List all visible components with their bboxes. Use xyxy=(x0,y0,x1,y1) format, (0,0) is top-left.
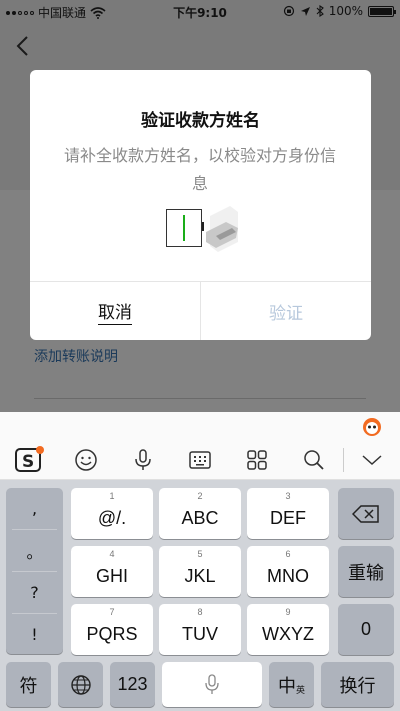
symbol-key[interactable]: 符 xyxy=(6,662,51,707)
grid-menu-icon[interactable] xyxy=(245,448,269,472)
punct-key-period[interactable]: 。 xyxy=(6,530,63,571)
key-9[interactable]: 9 WXYZ xyxy=(247,604,329,655)
bluetooth-icon xyxy=(316,5,324,17)
microphone-icon[interactable] xyxy=(131,448,155,472)
masked-name-character xyxy=(202,206,238,252)
language-switch-key[interactable]: 中英 xyxy=(269,662,314,707)
battery-percent: 100% xyxy=(328,4,363,18)
space-key[interactable] xyxy=(162,662,262,707)
key-2[interactable]: 2 ABC xyxy=(159,488,241,539)
text-cursor xyxy=(183,215,185,241)
name-input-box[interactable] xyxy=(166,209,202,247)
lang-main-label: 中 xyxy=(277,675,296,696)
globe-key[interactable] xyxy=(58,662,103,707)
key-0[interactable]: 0 xyxy=(338,604,394,655)
backspace-key[interactable] xyxy=(338,488,394,539)
reenter-key[interactable]: 重输 xyxy=(338,546,394,597)
location-icon xyxy=(300,6,310,16)
enter-key[interactable]: 换行 xyxy=(321,662,394,707)
punctuation-column[interactable]: , 。 ? ! xyxy=(6,488,63,654)
space-mic-icon xyxy=(205,673,219,694)
key-4[interactable]: 4 GHI xyxy=(71,546,153,597)
search-icon[interactable] xyxy=(302,448,326,472)
dialog-description: 请补全收款方姓名，以校验对方身份信息 xyxy=(63,146,336,193)
back-chevron-icon[interactable] xyxy=(12,34,34,58)
dialog-title: 验证收款方姓名 xyxy=(141,111,260,131)
punct-key-exclamation[interactable]: ! xyxy=(6,614,63,655)
key-8[interactable]: 8 TUV xyxy=(159,604,241,655)
collapse-keyboard-icon[interactable] xyxy=(360,448,384,472)
divider xyxy=(343,448,344,472)
cancel-button[interactable]: 取消 xyxy=(30,282,200,340)
cancel-label: 取消 xyxy=(98,298,132,325)
status-bar: 中国联通 下午9:10 100% xyxy=(0,0,400,22)
battery-icon xyxy=(368,5,396,17)
keyboard-top-strip xyxy=(0,412,400,440)
verify-name-dialog: 验证收款方姓名 请补全收款方姓名，以校验对方身份信息 取消 验证 xyxy=(30,70,371,340)
svg-text:S: S xyxy=(22,452,34,472)
verify-button[interactable]: 验证 xyxy=(201,282,371,340)
globe-icon xyxy=(70,674,91,695)
key-6[interactable]: 6 MNO xyxy=(247,546,329,597)
numbers-key[interactable]: 123 xyxy=(110,662,155,707)
sogou-mascot-icon[interactable] xyxy=(360,415,384,437)
emoji-icon[interactable] xyxy=(74,448,98,472)
backspace-icon xyxy=(352,504,379,523)
lang-sub-label: 英 xyxy=(295,685,305,695)
keyboard-toolbar: S xyxy=(0,440,400,480)
punct-key-question[interactable]: ? xyxy=(6,572,63,613)
punct-key-comma[interactable]: , xyxy=(6,488,63,529)
key-1[interactable]: 1 @/. xyxy=(71,488,153,539)
key-7[interactable]: 7 PQRS xyxy=(71,604,153,655)
divider xyxy=(34,398,366,399)
orientation-lock-icon xyxy=(283,5,294,17)
key-5[interactable]: 5 JKL xyxy=(159,546,241,597)
sogou-logo-icon[interactable]: S xyxy=(14,446,44,474)
key-3[interactable]: 3 DEF xyxy=(247,488,329,539)
keyboard-icon[interactable] xyxy=(188,448,212,472)
add-transfer-note-link[interactable]: 添加转账说明 xyxy=(34,346,118,366)
